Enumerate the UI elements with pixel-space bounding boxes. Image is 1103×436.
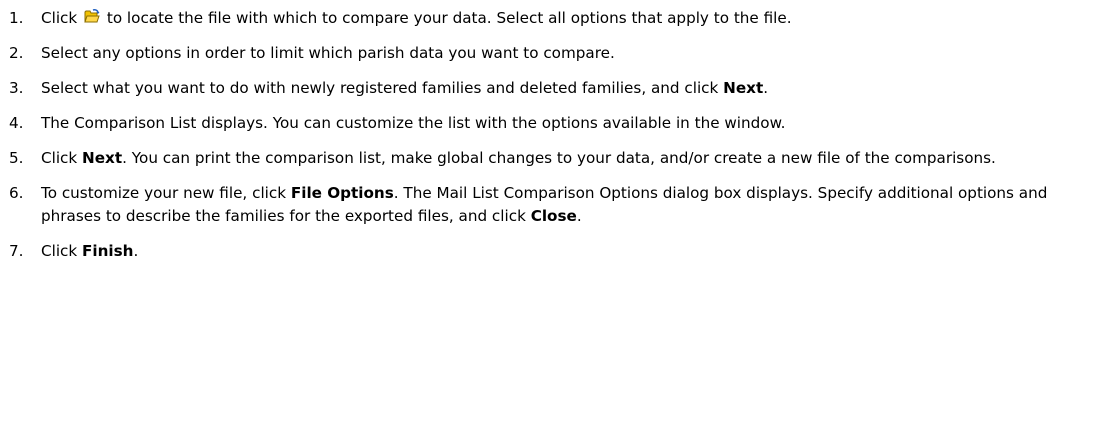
- step-3: 3. Select what you want to do with newly…: [0, 77, 1103, 100]
- step-number: 7.: [9, 242, 24, 260]
- step-5: 5. Click Next. You can print the compari…: [0, 147, 1103, 170]
- step-number: 5.: [9, 149, 24, 167]
- step-number: 2.: [9, 44, 24, 62]
- step-1: 1. Click to locate the file with which t…: [0, 7, 1103, 30]
- step-6: 6. To customize your new file, click Fil…: [0, 182, 1103, 228]
- next-button-label: Next: [723, 79, 764, 97]
- step-text: Click to locate the file with which to c…: [41, 8, 792, 27]
- step-text: To customize your new file, click File O…: [41, 184, 1048, 225]
- step-text: Select what you want to do with newly re…: [41, 79, 769, 97]
- step-text: Click Finish.: [41, 242, 139, 260]
- file-options-button-label: File Options: [290, 184, 394, 202]
- close-button-label: Close: [530, 207, 577, 225]
- instruction-list: 1. Click to locate the file with which t…: [0, 7, 1103, 263]
- step-number: 4.: [9, 114, 24, 132]
- step-number: 6.: [9, 184, 24, 202]
- step-text: Select any options in order to limit whi…: [41, 44, 615, 62]
- step-7: 7. Click Finish.: [0, 240, 1103, 263]
- step-2: 2. Select any options in order to limit …: [0, 42, 1103, 65]
- step-number: 3.: [9, 79, 24, 97]
- open-folder-icon: [84, 8, 100, 24]
- finish-button-label: Finish: [82, 242, 134, 260]
- step-text: Click Next. You can print the comparison…: [41, 149, 996, 167]
- step-number: 1.: [9, 9, 24, 27]
- step-text: The Comparison List displays. You can cu…: [41, 114, 786, 132]
- step-4: 4. The Comparison List displays. You can…: [0, 112, 1103, 135]
- next-button-label: Next: [82, 149, 123, 167]
